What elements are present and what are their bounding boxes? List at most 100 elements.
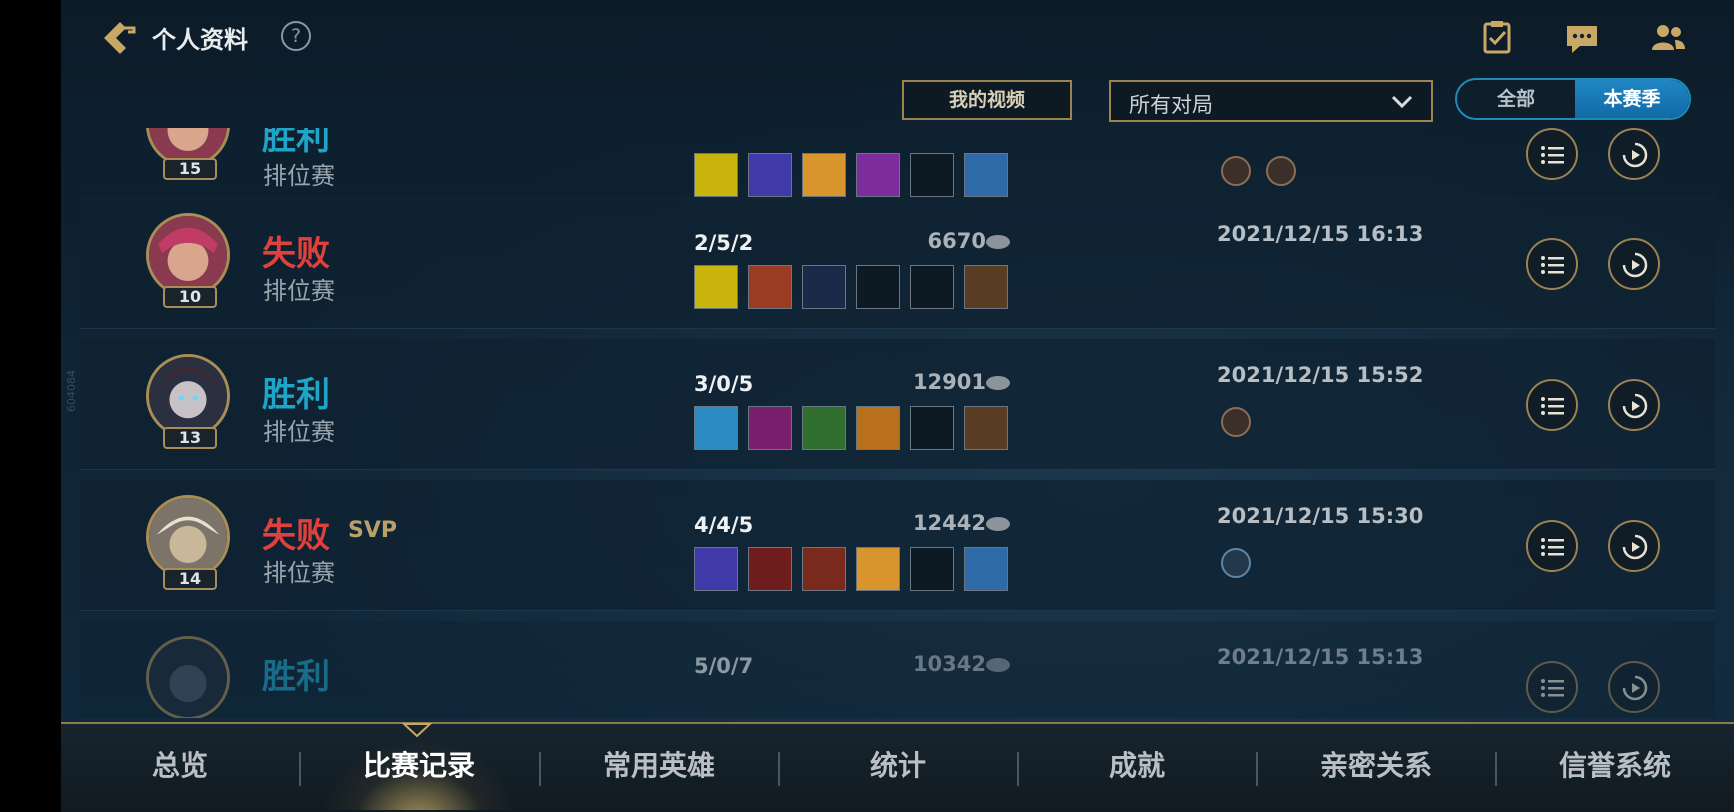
match-date: 2021/12/15 15:30 xyxy=(1217,504,1424,528)
match-row[interactable]: 15 胜利 排位赛 xyxy=(80,128,1715,199)
item-slot xyxy=(694,547,738,591)
match-kda: 3/0/5 xyxy=(694,372,754,396)
item-slot-empty xyxy=(910,406,954,450)
match-result: 失败 xyxy=(262,516,330,556)
tab-common-heroes[interactable]: 常用英雄 xyxy=(540,724,778,810)
match-row[interactable]: 14 失败 SVP 排位赛 4/4/5 12442 2021/12/15 15:… xyxy=(80,480,1715,611)
match-gold: 12442 xyxy=(912,511,986,535)
replay-button[interactable] xyxy=(1608,379,1660,431)
hero-level: 14 xyxy=(163,568,217,590)
season-all-option[interactable]: 全部 xyxy=(1457,80,1575,118)
match-row[interactable]: 10 失败 排位赛 2/5/2 6670 2021/12/15 16:13 xyxy=(80,198,1715,329)
item-slot xyxy=(964,265,1008,309)
season-toggle[interactable]: 全部 本赛季 xyxy=(1455,78,1691,120)
item-slot xyxy=(802,547,846,591)
match-list[interactable]: 15 胜利 排位赛 10 失败 排位赛 2/5/2 6670 2021/12/1… xyxy=(80,128,1715,718)
help-icon[interactable]: ? xyxy=(281,21,311,51)
gold-coin-icon xyxy=(986,517,1010,531)
match-mode: 排位赛 xyxy=(263,162,335,190)
replay-icon xyxy=(1622,534,1648,560)
match-result: 胜利 xyxy=(262,128,330,158)
item-slot xyxy=(964,406,1008,450)
replay-button[interactable] xyxy=(1608,128,1660,180)
match-details-button[interactable] xyxy=(1526,238,1578,290)
match-details-button[interactable] xyxy=(1526,520,1578,572)
match-result: 胜利 xyxy=(262,375,330,415)
match-mode: 排位赛 xyxy=(263,277,335,305)
match-kda: 2/5/2 xyxy=(694,231,754,255)
replay-button[interactable] xyxy=(1608,520,1660,572)
game-filter-value: 所有对局 xyxy=(1129,93,1213,117)
back-arrow-icon[interactable] xyxy=(98,18,138,58)
match-gold: 12901 xyxy=(912,370,986,394)
item-slot xyxy=(694,153,738,197)
match-gold: 6670 xyxy=(927,229,986,253)
item-slot xyxy=(964,547,1008,591)
tab-overview[interactable]: 总览 xyxy=(61,724,299,810)
achievement-badge xyxy=(1221,548,1251,578)
match-date: 2021/12/15 15:52 xyxy=(1217,363,1424,387)
match-row[interactable]: 胜利 5/0/7 10342 2021/12/15 15:13 xyxy=(80,621,1715,718)
list-icon xyxy=(1541,538,1564,556)
replay-icon xyxy=(1622,393,1648,419)
item-slot-empty xyxy=(856,265,900,309)
replay-button[interactable] xyxy=(1608,661,1660,713)
match-row[interactable]: 13 胜利 排位赛 3/0/5 12901 2021/12/15 15:52 xyxy=(80,339,1715,470)
friends-icon[interactable] xyxy=(1648,18,1688,58)
active-tab-marker-icon xyxy=(402,723,432,738)
tab-statistics[interactable]: 统计 xyxy=(779,724,1017,810)
replay-icon xyxy=(1622,675,1648,701)
svp-badge: SVP xyxy=(348,518,397,543)
item-slot xyxy=(856,406,900,450)
hero-level: 13 xyxy=(163,427,217,449)
item-slot-empty xyxy=(910,153,954,197)
match-kda: 4/4/5 xyxy=(694,513,754,537)
item-slot xyxy=(802,406,846,450)
item-slot-empty xyxy=(910,265,954,309)
hero-avatar xyxy=(146,495,230,579)
hero-avatar xyxy=(146,636,230,718)
replay-button[interactable] xyxy=(1608,238,1660,290)
replay-icon xyxy=(1622,252,1648,278)
game-filter-dropdown[interactable]: 所有对局 xyxy=(1109,80,1433,122)
gold-coin-icon xyxy=(986,235,1010,249)
item-slot-empty xyxy=(910,547,954,591)
achievement-badge xyxy=(1266,156,1296,186)
clipboard-check-icon[interactable] xyxy=(1477,18,1517,58)
achievement-badge xyxy=(1221,156,1251,186)
match-result: 胜利 xyxy=(262,657,330,697)
tab-relationships[interactable]: 亲密关系 xyxy=(1257,724,1495,810)
gold-coin-icon xyxy=(986,376,1010,390)
match-details-button[interactable] xyxy=(1526,661,1578,713)
item-slot xyxy=(748,406,792,450)
item-slot xyxy=(802,265,846,309)
item-slot xyxy=(856,547,900,591)
tab-achievements[interactable]: 成就 xyxy=(1018,724,1256,810)
replay-icon xyxy=(1622,142,1648,168)
match-mode: 排位赛 xyxy=(263,418,335,446)
item-slot xyxy=(748,265,792,309)
tab-honor-system[interactable]: 信誉系统 xyxy=(1496,724,1734,810)
bottom-tab-bar: 总览 比赛记录 常用英雄 统计 成就 亲密关系 信誉系统 xyxy=(61,722,1734,812)
item-slot xyxy=(748,547,792,591)
item-slot xyxy=(694,265,738,309)
list-icon xyxy=(1541,397,1564,415)
chat-icon[interactable] xyxy=(1562,18,1602,58)
list-icon xyxy=(1541,146,1564,164)
item-slot xyxy=(964,153,1008,197)
season-current-option[interactable]: 本赛季 xyxy=(1575,80,1689,118)
gold-coin-icon xyxy=(986,658,1010,672)
hero-level: 15 xyxy=(163,158,217,180)
match-date: 2021/12/15 16:13 xyxy=(1217,222,1424,246)
hero-level: 10 xyxy=(163,286,217,308)
achievement-badge xyxy=(1221,407,1251,437)
list-icon xyxy=(1541,679,1564,697)
match-gold: 10342 xyxy=(912,652,986,676)
match-details-button[interactable] xyxy=(1526,128,1578,180)
my-videos-button[interactable]: 我的视频 xyxy=(902,80,1072,120)
match-result: 失败 xyxy=(262,234,330,274)
match-details-button[interactable] xyxy=(1526,379,1578,431)
item-slot xyxy=(802,153,846,197)
match-date: 2021/12/15 15:13 xyxy=(1217,645,1424,669)
item-slot xyxy=(694,406,738,450)
